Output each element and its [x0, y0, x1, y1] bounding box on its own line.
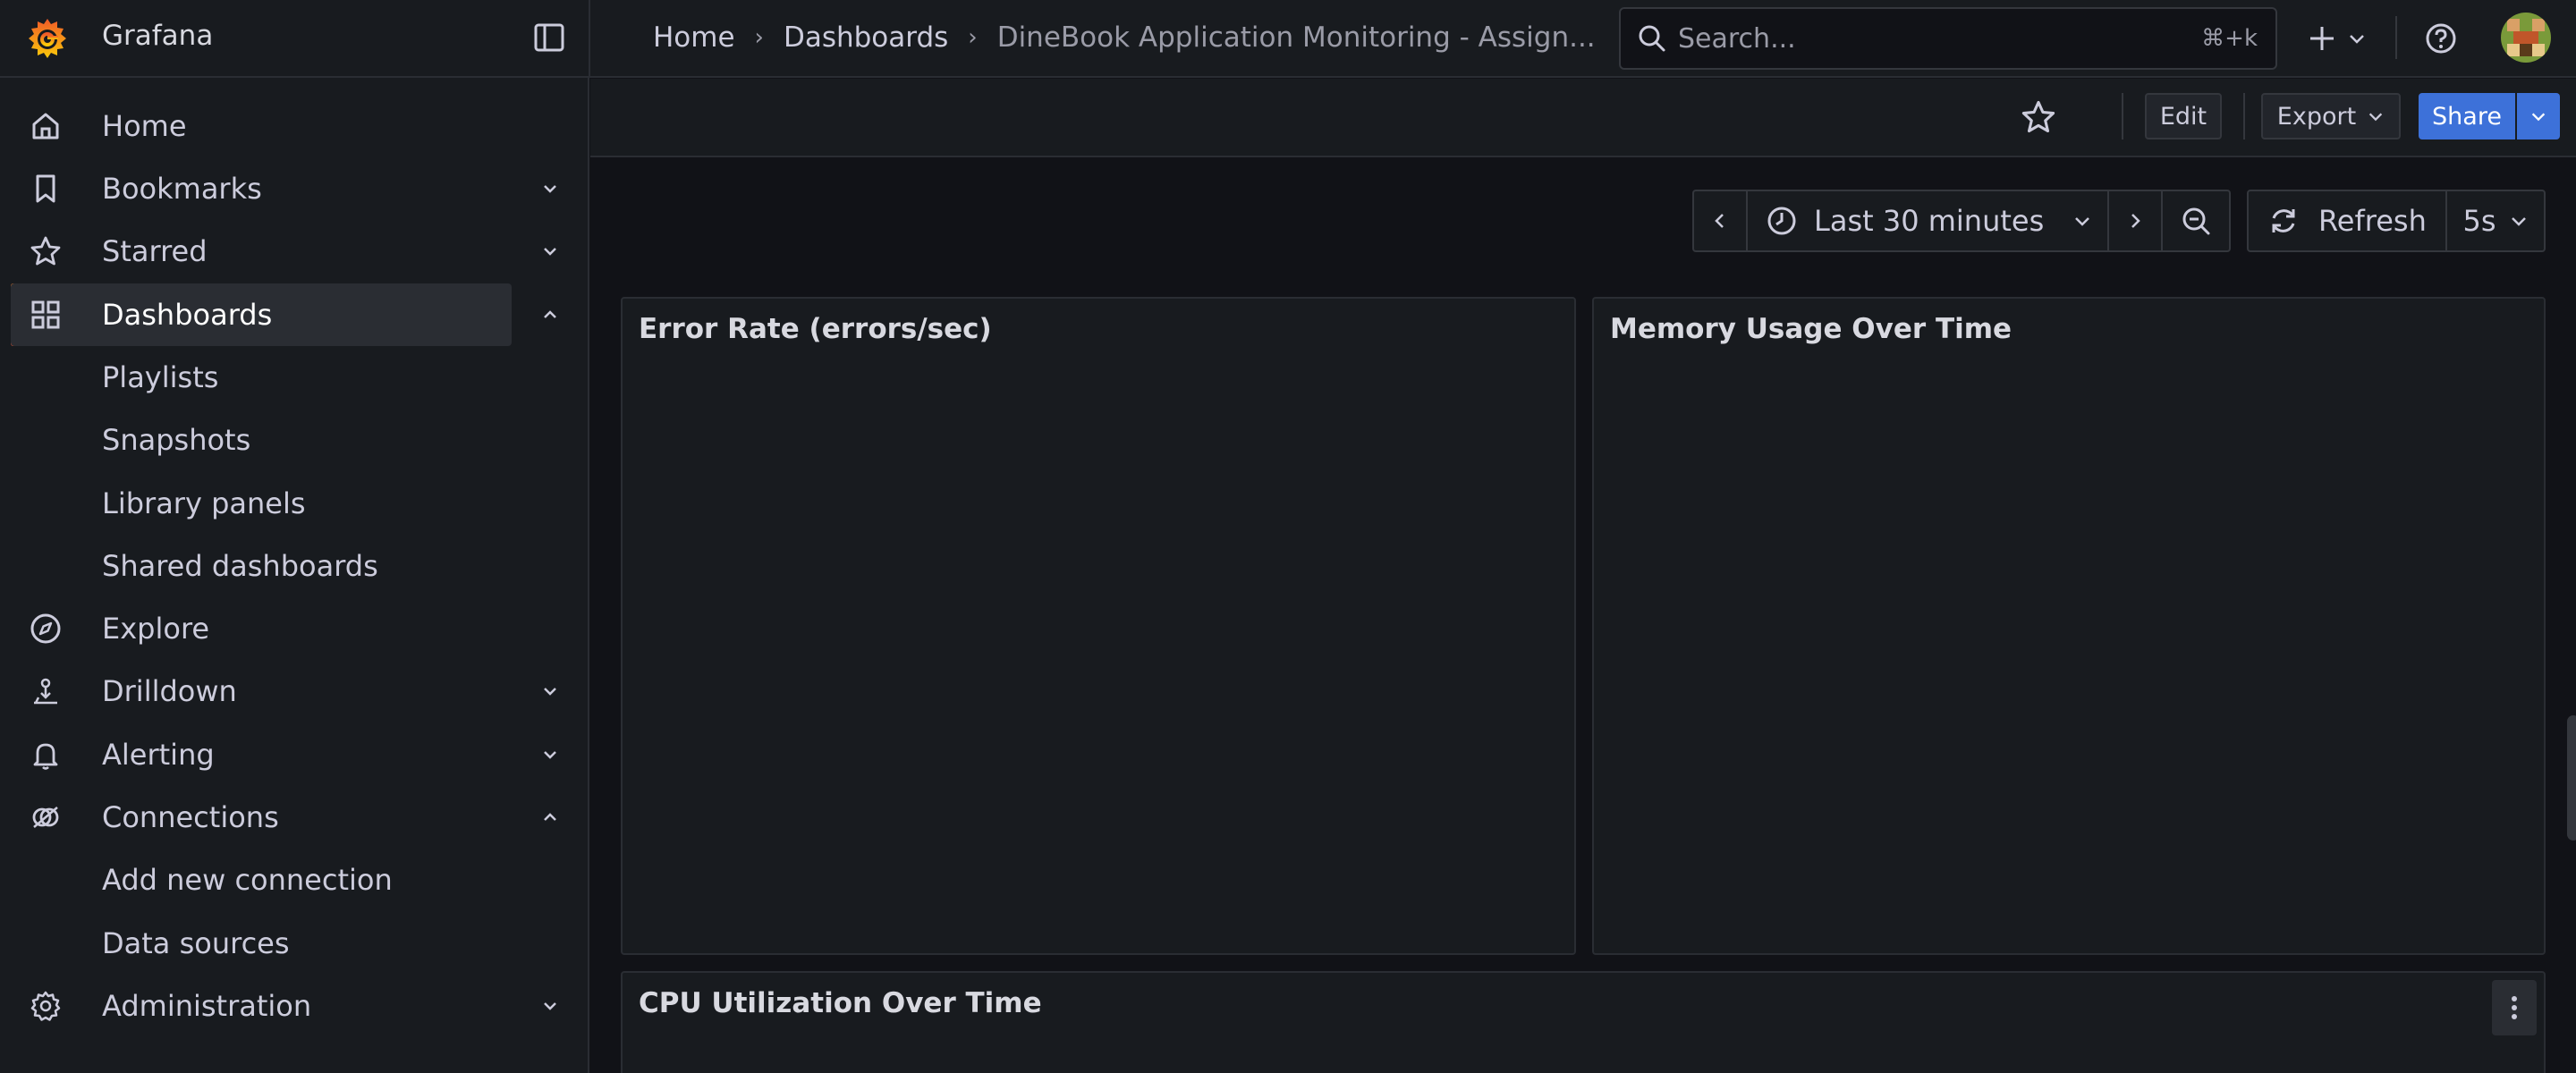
sidebar-item-label: Home [102, 109, 187, 143]
user-avatar[interactable] [2501, 13, 2551, 63]
topbar-divider [2395, 16, 2397, 59]
sidebar-item-label: Add new connection [102, 863, 393, 897]
bookmark-icon [36, 174, 55, 203]
clock-icon [1767, 207, 1796, 235]
sidebar-item-label: Starred [102, 234, 208, 268]
sidebar-item-drilldown[interactable]: Drilldown [0, 660, 556, 722]
sidebar-subitem-snapshots[interactable]: Snapshots [0, 409, 512, 471]
time-range-label: Last 30 minutes [1814, 204, 2045, 238]
chevron-down-icon [2075, 217, 2090, 226]
sidebar-item-label: Explore [102, 612, 210, 646]
panel-title: CPU Utilization Over Time [639, 987, 1042, 1019]
sidebar-item-explore[interactable]: Explore [0, 597, 512, 660]
search-bar[interactable]: ⌘+k [1619, 7, 2277, 70]
share-options-chevron-down-icon[interactable] [2517, 93, 2560, 139]
export-button[interactable]: Export [2261, 93, 2401, 139]
sidebar-subitem-data-sources[interactable]: Data sources [0, 912, 512, 975]
edit-button[interactable]: Edit [2145, 93, 2222, 139]
refresh-button[interactable]: Refresh [2247, 190, 2447, 252]
app-name: Grafana [102, 20, 214, 52]
chevron-right-icon [2131, 214, 2140, 228]
chevron-down-icon[interactable] [538, 743, 562, 766]
grafana-logo-icon[interactable] [25, 16, 70, 61]
search-input[interactable] [1667, 9, 2202, 68]
breadcrumb-separator-icon: › [754, 24, 764, 51]
refresh-label: Refresh [2318, 204, 2427, 238]
search-shortcut-hint: ⌘+k [2201, 25, 2258, 52]
panel-memory-usage[interactable]: Memory Usage Over Time [1592, 297, 2546, 955]
chevron-down-icon[interactable] [538, 177, 562, 200]
sidebar-item-label: Playlists [102, 360, 219, 394]
sidebar-item-administration[interactable]: Administration [0, 975, 556, 1037]
breadcrumb-dashboards[interactable]: Dashboards [784, 21, 948, 54]
sidebar-item-label: Alerting [102, 738, 215, 772]
sidebar-item-label: Bookmarks [102, 172, 262, 206]
mark-as-favorite-star-icon[interactable] [2020, 98, 2057, 136]
sidebar-subitem-add-new-connection[interactable]: Add new connection [0, 849, 512, 911]
sidebar-item-label: Drilldown [102, 674, 237, 708]
panel-title: Memory Usage Over Time [1610, 313, 2012, 345]
new-menu-button[interactable] [2306, 20, 2367, 57]
search-icon [1639, 25, 1665, 52]
sidebar-item-starred[interactable]: Starred [0, 220, 556, 283]
refresh-interval-picker[interactable]: 5s [2445, 190, 2546, 252]
sidebar-item-connections[interactable]: Connections [0, 786, 556, 849]
sidebar-item-dashboards[interactable]: Dashboards [11, 283, 556, 346]
chevron-down-icon[interactable] [538, 994, 562, 1018]
sidebar-item-home[interactable]: Home [0, 95, 512, 157]
chevron-down-icon [2350, 35, 2364, 44]
sidebar-item-alerting[interactable]: Alerting [0, 723, 556, 786]
topbar-divider [589, 0, 590, 78]
share-button[interactable]: Share [2419, 93, 2515, 139]
time-range-back-button[interactable] [1692, 190, 1748, 252]
sidebar-item-label: Data sources [102, 926, 290, 960]
breadcrumb-separator-icon: › [968, 24, 978, 51]
help-icon[interactable] [2424, 21, 2458, 55]
sidebar-subitem-shared-dashboards[interactable]: Shared dashboards [0, 535, 512, 597]
breadcrumb-home[interactable]: Home [653, 21, 735, 54]
refresh-interval-label: 5s [2462, 204, 2496, 238]
chevron-up-icon[interactable] [538, 303, 562, 326]
home-icon [32, 113, 59, 139]
panel-error-rate[interactable]: Error Rate (errors/sec) [621, 297, 1576, 955]
refresh-icon [2272, 209, 2295, 232]
chevron-down-icon[interactable] [538, 240, 562, 263]
zoom-out-button[interactable] [2161, 190, 2231, 252]
drilldown-icon [34, 678, 57, 705]
connections-icon [32, 807, 59, 828]
dashboards-grid-icon [31, 300, 60, 329]
export-button-label: Export [2276, 102, 2357, 131]
gear-icon [30, 991, 61, 1021]
dock-menu-icon[interactable] [533, 20, 565, 55]
compass-icon [30, 613, 61, 644]
sidebar-item-bookmarks[interactable]: Bookmarks [0, 157, 556, 220]
breadcrumb: Home › Dashboards › DineBook Application… [653, 20, 1596, 55]
bell-icon [33, 743, 58, 770]
chevron-up-icon[interactable] [538, 806, 562, 829]
sidebar-item-label: Connections [102, 800, 279, 834]
scrollbar-thumb[interactable] [2567, 715, 2576, 841]
sidebar-item-label: Administration [102, 989, 312, 1023]
plus-icon [2310, 27, 2334, 50]
panel-title: Error Rate (errors/sec) [639, 313, 992, 345]
chevron-down-icon[interactable] [538, 680, 562, 703]
star-icon [30, 236, 61, 266]
toolbar-divider [2122, 93, 2123, 139]
toolbar-divider [2243, 93, 2245, 139]
panel-cpu-utilization[interactable]: CPU Utilization Over Time [621, 971, 2546, 1073]
sidebar-item-label: Dashboards [102, 298, 273, 332]
chevron-down-icon [2511, 217, 2526, 226]
time-range-picker[interactable]: Last 30 minutes [1746, 190, 2109, 252]
chevron-left-icon [1715, 214, 1724, 228]
zoom-out-icon [2182, 207, 2210, 235]
sidebar-subitem-playlists[interactable]: Playlists [0, 346, 512, 409]
sidebar-item-label: Shared dashboards [102, 549, 378, 583]
sidebar-item-label: Library panels [102, 486, 306, 520]
sidebar-subitem-library-panels[interactable]: Library panels [0, 472, 512, 535]
sidebar-item-label: Snapshots [102, 423, 251, 457]
chevron-down-icon [2369, 113, 2383, 122]
panel-menu-kebab-icon[interactable] [2492, 980, 2537, 1035]
time-range-forward-button[interactable] [2107, 190, 2163, 252]
breadcrumb-current-dashboard[interactable]: DineBook Application Monitoring - Assign… [997, 21, 1596, 54]
